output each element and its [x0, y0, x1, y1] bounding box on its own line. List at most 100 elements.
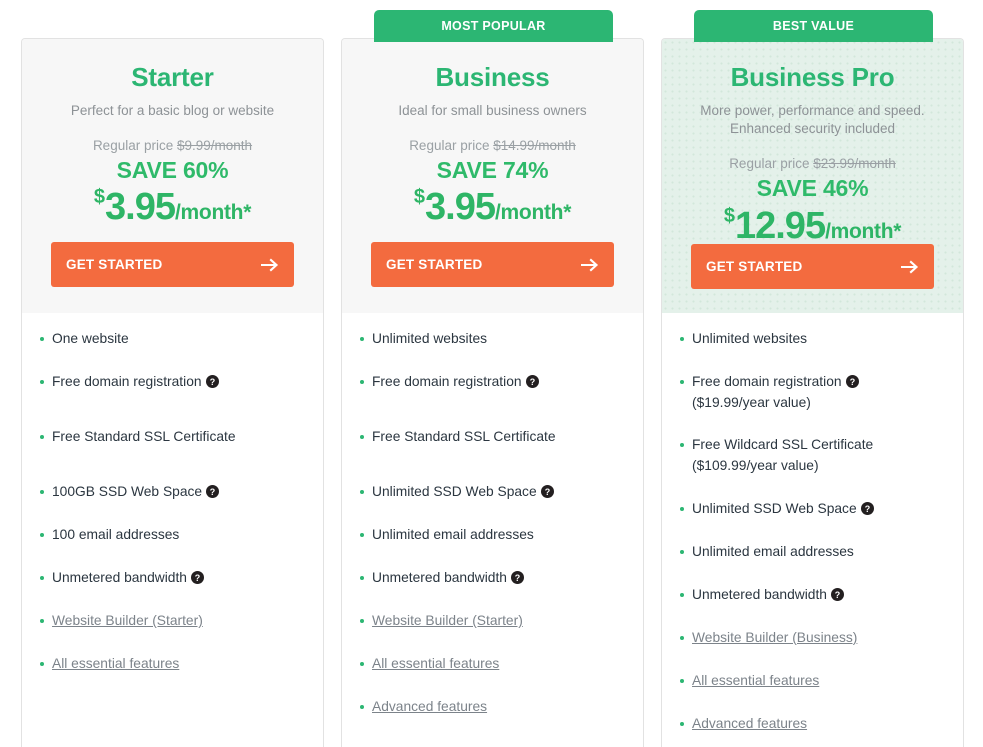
price-amount: 3.95 — [425, 186, 496, 229]
get-started-button[interactable]: GET STARTED — [371, 242, 614, 287]
feature-item: One website — [22, 329, 323, 350]
feature-item: 100GB SSD Web Space? — [22, 482, 323, 503]
save-badge: SAVE 60% — [116, 157, 229, 183]
plan-tagline: More power, performance and speed. Enhan… — [700, 102, 925, 136]
feature-item: Unmetered bandwidth? — [22, 568, 323, 589]
get-started-button[interactable]: GET STARTED — [51, 242, 294, 287]
bullet-icon — [40, 619, 44, 623]
bullet-icon — [360, 705, 364, 709]
price-currency: $ — [413, 186, 426, 209]
save-badge: SAVE 74% — [436, 157, 549, 183]
help-circle-icon[interactable]: ? — [511, 571, 524, 584]
arrow-right-icon — [261, 258, 279, 272]
bullet-icon — [40, 662, 44, 666]
bullet-icon — [680, 721, 684, 726]
regular-price: Regular price $23.99/month — [676, 138, 949, 172]
arrow-right-icon — [901, 260, 919, 274]
feature-label: One website — [52, 331, 129, 346]
feature-link[interactable]: Website Builder (Starter) — [372, 613, 523, 628]
plan-ribbon: MOST POPULAR — [374, 10, 613, 42]
pricing-table: Starter Perfect for a basic blog or websi… — [0, 0, 983, 747]
help-circle-icon[interactable]: ? — [191, 571, 204, 584]
help-circle-icon[interactable]: ? — [831, 587, 844, 601]
feature-link[interactable]: All essential features — [692, 673, 819, 688]
bullet-icon — [360, 337, 364, 341]
bullet-icon — [680, 380, 684, 384]
bullet-icon — [680, 549, 684, 554]
plan-header: Starter Perfect for a basic blog or websi… — [22, 39, 323, 313]
feature-item: Free domain registration? ($19.99/year va… — [662, 372, 963, 413]
feature-item: Free domain registration? — [342, 372, 643, 393]
price-currency: $ — [93, 186, 106, 209]
feature-item: Unlimited websites — [662, 329, 963, 350]
regular-price-label: Regular price — [92, 137, 174, 153]
regular-price-value: $14.99/month — [493, 137, 576, 153]
plan-column-starter: Starter Perfect for a basic blog or websi… — [13, 0, 333, 747]
feature-sublabel: ($109.99/year value) — [692, 458, 819, 474]
feature-item: Unlimited SSD Web Space? — [342, 482, 643, 503]
regular-price-label: Regular price — [729, 156, 810, 172]
price-period: /month* — [175, 201, 252, 225]
help-circle-icon[interactable]: ? — [540, 485, 554, 498]
bullet-icon — [40, 337, 44, 341]
plan-header: Business Ideal for small business owners R… — [342, 39, 643, 313]
regular-price: Regular price $14.99/month — [356, 120, 629, 154]
price-amount: 12.95 — [734, 204, 826, 247]
bullet-icon — [40, 576, 44, 580]
promo-price: $3.95/month* — [36, 183, 309, 226]
feature-label: Free Standard SSL Certificate — [52, 429, 236, 444]
promo-price: $12.95/month* — [676, 202, 949, 245]
feature-item: Free Wildcard SSL Certificate ($109.99/ye… — [662, 435, 963, 476]
price-period: /month* — [495, 201, 572, 225]
plan-column-business-pro: BEST VALUE Business Pro More power, perfor… — [653, 0, 973, 747]
help-circle-icon[interactable]: ? — [206, 485, 220, 498]
feature-label: Unmetered bandwidth — [372, 570, 507, 585]
feature-list: One website Free domain registration? Free… — [22, 313, 323, 675]
feature-item: Website Builder (Starter) — [342, 611, 643, 632]
svg-text:?: ? — [529, 377, 534, 387]
plan-name: Business — [435, 62, 550, 92]
bullet-icon — [360, 662, 364, 666]
plan-tagline: Perfect for a basic blog or website — [70, 102, 275, 118]
feature-item: All essential features — [662, 671, 963, 692]
bullet-icon — [680, 506, 684, 511]
feature-link[interactable]: Website Builder (Starter) — [52, 613, 203, 628]
help-circle-icon[interactable]: ? — [860, 501, 874, 515]
feature-item: Unlimited SSD Web Space? — [662, 499, 963, 520]
get-started-label: GET STARTED — [66, 257, 163, 272]
plan-card: Starter Perfect for a basic blog or websi… — [21, 38, 324, 747]
feature-label: Free domain registration — [52, 374, 202, 389]
feature-label: Unmetered bandwidth — [52, 570, 187, 585]
feature-link[interactable]: Advanced features — [372, 699, 487, 714]
feature-list: Unlimited websites Free domain registrati… — [342, 313, 643, 718]
bullet-icon — [360, 490, 364, 494]
bullet-icon — [680, 337, 684, 341]
help-circle-icon[interactable]: ? — [845, 375, 859, 388]
feature-item: Advanced features — [662, 714, 963, 735]
feature-link[interactable]: All essential features — [52, 656, 179, 671]
get-started-button[interactable]: GET STARTED — [691, 244, 934, 289]
bullet-icon — [680, 592, 684, 597]
feature-label: Free domain registration — [692, 374, 842, 389]
svg-text:?: ? — [210, 487, 215, 497]
feature-item: All essential features — [342, 654, 643, 675]
price-amount: 3.95 — [105, 186, 176, 229]
help-circle-icon[interactable]: ? — [205, 375, 219, 388]
arrow-right-icon — [581, 258, 599, 272]
feature-label: 100 email addresses — [52, 527, 180, 542]
svg-text:?: ? — [864, 504, 869, 514]
feature-label: Free Wildcard SSL Certificate — [692, 437, 874, 453]
price-currency: $ — [723, 204, 735, 227]
bullet-icon — [360, 435, 364, 439]
feature-link[interactable]: Website Builder (Business) — [692, 630, 857, 645]
feature-label: Unlimited websites — [692, 331, 808, 346]
help-circle-icon[interactable]: ? — [525, 375, 539, 388]
feature-link[interactable]: Advanced features — [692, 716, 807, 731]
feature-label: Unlimited websites — [372, 331, 488, 346]
plan-ribbon: BEST VALUE — [694, 10, 933, 42]
feature-item: Website Builder (Starter) — [22, 611, 323, 632]
feature-link[interactable]: All essential features — [372, 656, 499, 671]
feature-item: All essential features — [22, 654, 323, 675]
plan-name: Business Pro — [730, 62, 895, 92]
regular-price: Regular price $9.99/month — [36, 120, 309, 154]
